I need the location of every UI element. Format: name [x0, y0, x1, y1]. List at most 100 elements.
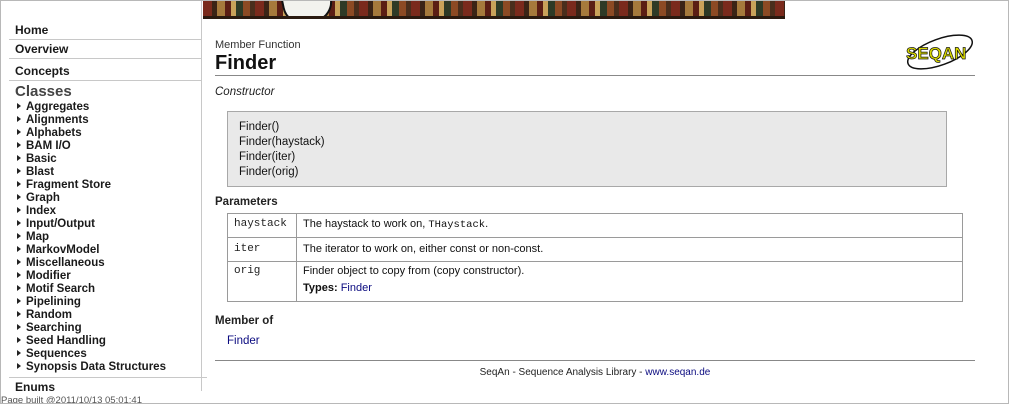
expand-triangle-icon[interactable] [17, 337, 21, 343]
sidebar-item-class[interactable]: Synopsis Data Structures [17, 361, 201, 374]
bookshelf-edge [203, 16, 785, 19]
sidebar-item-label: Index [26, 205, 57, 217]
sidebar-item-class[interactable]: Aggregates [17, 101, 201, 114]
sidebar-item-class[interactable]: Alphabets [17, 127, 201, 140]
types-label: Types: [303, 282, 338, 294]
sidebar: Home Overview Concepts Classes Aggregate… [1, 1, 207, 394]
footer-link-seqan[interactable]: www.seqan.de [645, 367, 710, 378]
expand-triangle-icon[interactable] [17, 103, 21, 109]
expand-triangle-icon[interactable] [17, 298, 21, 304]
sidebar-item-label: Alphabets [26, 127, 82, 139]
section-subtitle: Constructor [215, 86, 275, 98]
signature-box: Finder() Finder(haystack) Finder(iter) Find… [227, 111, 947, 187]
sidebar-item-class[interactable]: Map [17, 231, 201, 244]
page-built-timestamp: Page built @2011/10/13 05:01:41 [1, 395, 142, 404]
param-name: orig [227, 261, 297, 302]
footer-divider [215, 360, 975, 361]
sidebar-item-label: Aggregates [26, 101, 90, 113]
parameters-heading: Parameters [215, 196, 278, 208]
member-of-heading: Member of [215, 315, 274, 327]
param-desc: The iterator to work on, either const or… [296, 237, 963, 262]
param-desc: The haystack to work on, THaystack. [296, 213, 963, 238]
sidebar-item-label: Sequences [26, 348, 87, 360]
sidebar-item-label: Miscellaneous [26, 257, 105, 269]
expand-triangle-icon[interactable] [17, 324, 21, 330]
expand-triangle-icon[interactable] [17, 207, 21, 213]
sidebar-item-class[interactable]: Miscellaneous [17, 257, 201, 270]
sidebar-item-class[interactable]: Graph [17, 192, 201, 205]
sidebar-item-label: Basic [26, 153, 57, 165]
seqan-logo[interactable]: SEQAN [903, 27, 977, 73]
expand-triangle-icon[interactable] [17, 363, 21, 369]
sidebar-item-class[interactable]: Input/Output [17, 218, 201, 231]
param-name: iter [227, 237, 297, 262]
sidebar-item-class[interactable]: Seed Handling [17, 335, 201, 348]
sidebar-item-class[interactable]: Index [17, 205, 201, 218]
sidebar-item-class[interactable]: Sequences [17, 348, 201, 361]
sidebar-item-class[interactable]: Modifier [17, 270, 201, 283]
signature-line: Finder(orig) [239, 166, 299, 178]
expand-triangle-icon[interactable] [17, 129, 21, 135]
sidebar-item-class[interactable]: Pipelining [17, 296, 201, 309]
sidebar-item-label: MarkovModel [26, 244, 100, 256]
expand-triangle-icon[interactable] [17, 181, 21, 187]
sidebar-item-label: Input/Output [26, 218, 95, 230]
entity-kind: Member Function [215, 39, 301, 51]
expand-triangle-icon[interactable] [17, 272, 21, 278]
sidebar-item-class[interactable]: Random [17, 309, 201, 322]
classes-list: Aggregates Alignments Alphabets BAM I/O Basi… [17, 101, 201, 374]
header-banner-image [203, 1, 785, 19]
sidebar-link-concepts[interactable]: Concepts [9, 62, 201, 81]
footer: SeqAn - Sequence Analysis Library - www.… [215, 367, 975, 378]
sidebar-item-class[interactable]: BAM I/O [17, 140, 201, 153]
param-desc-text: The haystack to work on, [303, 218, 429, 230]
page-title: Finder [215, 52, 277, 74]
sidebar-item-label: Blast [26, 166, 55, 178]
parameters-table: haystack The haystack to work on, THayst… [227, 213, 963, 302]
expand-triangle-icon[interactable] [17, 246, 21, 252]
sidebar-item-class[interactable]: Motif Search [17, 283, 201, 296]
footer-text: SeqAn - Sequence Analysis Library - [479, 367, 646, 378]
signature-line: Finder(haystack) [239, 136, 325, 148]
sidebar-item-label: Graph [26, 192, 60, 204]
expand-triangle-icon[interactable] [17, 259, 21, 265]
sidebar-item-class[interactable]: Searching [17, 322, 201, 335]
sidebar-item-label: Alignments [26, 114, 89, 126]
sidebar-link-enums[interactable]: Enums [9, 377, 207, 394]
sidebar-item-class[interactable]: Blast [17, 166, 201, 179]
sidebar-link-home[interactable]: Home [9, 21, 201, 40]
expand-triangle-icon[interactable] [17, 168, 21, 174]
signature-line: Finder() [239, 121, 280, 133]
sidebar-item-label: Modifier [26, 270, 71, 282]
sidebar-item-label: Pipelining [26, 296, 81, 308]
sidebar-item-label: Searching [26, 322, 82, 334]
expand-triangle-icon[interactable] [17, 155, 21, 161]
expand-triangle-icon[interactable] [17, 142, 21, 148]
expand-triangle-icon[interactable] [17, 194, 21, 200]
classes-heading: Classes [15, 83, 72, 100]
expand-triangle-icon[interactable] [17, 311, 21, 317]
sidebar-item-class[interactable]: MarkovModel [17, 244, 201, 257]
sidebar-item-label: Synopsis Data Structures [26, 361, 166, 373]
sidebar-item-label: Map [26, 231, 49, 243]
sidebar-link-overview[interactable]: Overview [9, 40, 201, 59]
expand-triangle-icon[interactable] [17, 233, 21, 239]
sidebar-item-class[interactable]: Basic [17, 153, 201, 166]
expand-triangle-icon[interactable] [17, 116, 21, 122]
browser-page: Home Overview Concepts Classes Aggregate… [0, 0, 1009, 404]
sidebar-item-class[interactable]: Fragment Store [17, 179, 201, 192]
expand-triangle-icon[interactable] [17, 285, 21, 291]
title-divider [215, 75, 975, 76]
expand-triangle-icon[interactable] [17, 350, 21, 356]
param-desc-text: Finder object to copy from (copy constru… [303, 265, 525, 277]
table-row: iter The iterator to work on, either con… [227, 237, 963, 262]
sidebar-item-class[interactable]: Alignments [17, 114, 201, 127]
param-types: Types: Finder [303, 282, 956, 294]
param-name: haystack [227, 213, 297, 238]
member-of-link-finder[interactable]: Finder [227, 335, 975, 347]
sidebar-item-label: Seed Handling [26, 335, 106, 347]
logo-text: SEQAN [906, 44, 966, 63]
expand-triangle-icon[interactable] [17, 220, 21, 226]
sidebar-item-label: BAM I/O [26, 140, 71, 152]
types-link-finder[interactable]: Finder [341, 282, 372, 294]
